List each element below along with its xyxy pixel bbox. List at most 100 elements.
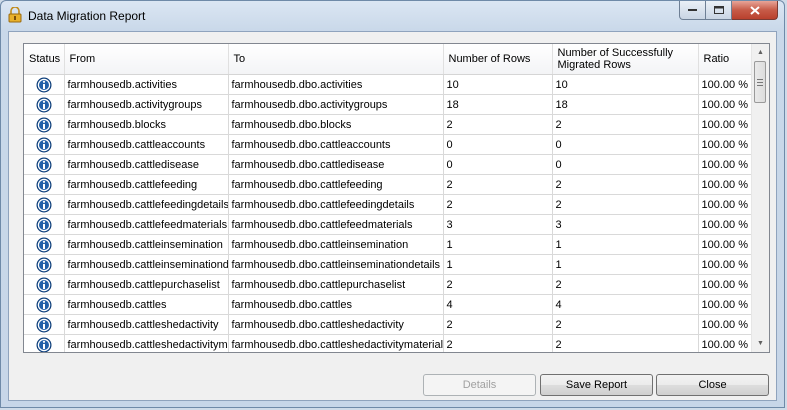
window-controls <box>679 1 778 21</box>
status-cell <box>24 234 65 255</box>
table-row[interactable]: farmhousedb.cattles farmhousedb.dbo.cattl… <box>24 294 755 315</box>
ratio-cell: 100.00 % <box>698 94 755 115</box>
table-row[interactable]: farmhousedb.blocks farmhousedb.dbo.blocks… <box>24 114 755 135</box>
from-cell: farmhousedb.activitygroups <box>64 94 229 115</box>
table-row[interactable]: farmhousedb.cattlepurchaselist farmhoused… <box>24 274 755 295</box>
row-count-cell: 2 <box>443 274 553 295</box>
scroll-down-button[interactable]: ▼ <box>752 335 769 352</box>
maximize-icon <box>713 6 724 14</box>
ratio-cell: 100.00 % <box>698 174 755 195</box>
table-row[interactable]: farmhousedb.cattleinsemination farmhoused… <box>24 234 755 255</box>
status-cell <box>24 134 65 155</box>
table-row[interactable]: farmhousedb.cattlefeeding farmhousedb.dbo… <box>24 174 755 195</box>
migrated-count-cell: 2 <box>552 114 699 135</box>
row-count-cell: 0 <box>443 154 553 175</box>
ratio-cell: 100.00 % <box>698 214 755 235</box>
row-count-cell: 4 <box>443 294 553 315</box>
save-report-button[interactable]: Save Report <box>540 374 653 396</box>
migrated-count-cell: 2 <box>552 174 699 195</box>
to-cell: farmhousedb.dbo.cattlepurchaselist <box>228 274 444 295</box>
to-cell: farmhousedb.dbo.cattles <box>228 294 444 315</box>
ratio-cell: 100.00 % <box>698 274 755 295</box>
close-window-button[interactable] <box>732 1 778 20</box>
migrated-count-cell: 0 <box>552 134 699 155</box>
migrated-count-cell: 1 <box>552 234 699 255</box>
migrated-count-cell: 4 <box>552 294 699 315</box>
info-icon <box>36 257 52 272</box>
arrow-up-icon: ▲ <box>757 49 764 56</box>
status-cell <box>24 194 65 215</box>
to-cell: farmhousedb.dbo.cattlefeedingdetails <box>228 194 444 215</box>
info-icon <box>36 277 52 292</box>
migrated-count-cell: 0 <box>552 154 699 175</box>
column-header-to[interactable]: To <box>228 44 444 75</box>
status-cell <box>24 334 65 352</box>
column-header-number-of-rows[interactable]: Number of Rows <box>443 44 553 75</box>
minimize-icon <box>688 9 697 11</box>
ratio-cell: 100.00 % <box>698 294 755 315</box>
migrated-count-cell: 2 <box>552 314 699 335</box>
status-cell <box>24 254 65 275</box>
table-row[interactable]: farmhousedb.cattleshedactivity farmhoused… <box>24 314 755 335</box>
to-cell: farmhousedb.dbo.activitygroups <box>228 94 444 115</box>
ratio-cell: 100.00 % <box>698 194 755 215</box>
column-header-ratio[interactable]: Ratio <box>698 44 755 75</box>
ratio-cell: 100.00 % <box>698 254 755 275</box>
table-row[interactable]: farmhousedb.cattleinseminationdeta farmho… <box>24 254 755 275</box>
status-cell <box>24 294 65 315</box>
window-title: Data Migration Report <box>28 9 146 23</box>
info-icon <box>36 117 52 132</box>
table-row[interactable]: farmhousedb.cattleaccounts farmhousedb.db… <box>24 134 755 155</box>
info-icon <box>36 217 52 232</box>
to-cell: farmhousedb.dbo.blocks <box>228 114 444 135</box>
migration-grid[interactable]: Status From To Number of Rows Number of … <box>23 43 770 353</box>
to-cell: farmhousedb.dbo.activities <box>228 74 444 95</box>
header-row: Status From To Number of Rows Number of … <box>24 44 755 75</box>
info-icon <box>36 137 52 152</box>
status-cell <box>24 74 65 95</box>
row-count-cell: 2 <box>443 334 553 352</box>
close-button[interactable]: Close <box>656 374 769 396</box>
info-icon <box>36 317 52 332</box>
from-cell: farmhousedb.cattlefeeding <box>64 174 229 195</box>
column-header-from[interactable]: From <box>64 44 229 75</box>
vertical-scrollbar[interactable]: ▲ ▼ <box>751 44 769 352</box>
report-window: Data Migration Report Status From To Num… <box>0 0 785 408</box>
column-header-migrated-rows[interactable]: Number of Successfully Migrated Rows <box>552 44 699 75</box>
from-cell: farmhousedb.cattlefeedingdetails <box>64 194 229 215</box>
column-header-status[interactable]: Status <box>24 44 65 75</box>
from-cell: farmhousedb.cattleaccounts <box>64 134 229 155</box>
status-cell <box>24 154 65 175</box>
ratio-cell: 100.00 % <box>698 334 755 352</box>
ratio-cell: 100.00 % <box>698 234 755 255</box>
table-row[interactable]: farmhousedb.cattleshedactivitymate farmho… <box>24 334 755 352</box>
status-cell <box>24 94 65 115</box>
ratio-cell: 100.00 % <box>698 114 755 135</box>
ratio-cell: 100.00 % <box>698 74 755 95</box>
to-cell: farmhousedb.dbo.cattledisease <box>228 154 444 175</box>
from-cell: farmhousedb.cattlepurchaselist <box>64 274 229 295</box>
maximize-button[interactable] <box>706 1 732 20</box>
scroll-up-button[interactable]: ▲ <box>752 44 769 61</box>
info-icon <box>36 177 52 192</box>
row-count-cell: 18 <box>443 94 553 115</box>
table-row[interactable]: farmhousedb.activitygroups farmhousedb.db… <box>24 94 755 115</box>
title-bar[interactable]: Data Migration Report <box>1 1 784 31</box>
details-button[interactable]: Details <box>423 374 536 396</box>
scroll-thumb[interactable] <box>754 61 766 103</box>
table-row[interactable]: farmhousedb.cattledisease farmhousedb.dbo… <box>24 154 755 175</box>
table-row[interactable]: farmhousedb.cattlefeedingdetails farmhous… <box>24 194 755 215</box>
ratio-cell: 100.00 % <box>698 154 755 175</box>
to-cell: farmhousedb.dbo.cattleaccounts <box>228 134 444 155</box>
table-row[interactable]: farmhousedb.cattlefeedmaterials farmhouse… <box>24 214 755 235</box>
minimize-button[interactable] <box>679 1 706 20</box>
row-count-cell: 2 <box>443 314 553 335</box>
table-body: farmhousedb.activities farmhousedb.dbo.ac… <box>24 74 755 352</box>
row-count-cell: 3 <box>443 214 553 235</box>
to-cell: farmhousedb.dbo.cattleinsemination <box>228 234 444 255</box>
from-cell: farmhousedb.cattles <box>64 294 229 315</box>
from-cell: farmhousedb.cattleinsemination <box>64 234 229 255</box>
migrated-count-cell: 2 <box>552 334 699 352</box>
table-row[interactable]: farmhousedb.activities farmhousedb.dbo.ac… <box>24 74 755 95</box>
migrated-count-cell: 10 <box>552 74 699 95</box>
